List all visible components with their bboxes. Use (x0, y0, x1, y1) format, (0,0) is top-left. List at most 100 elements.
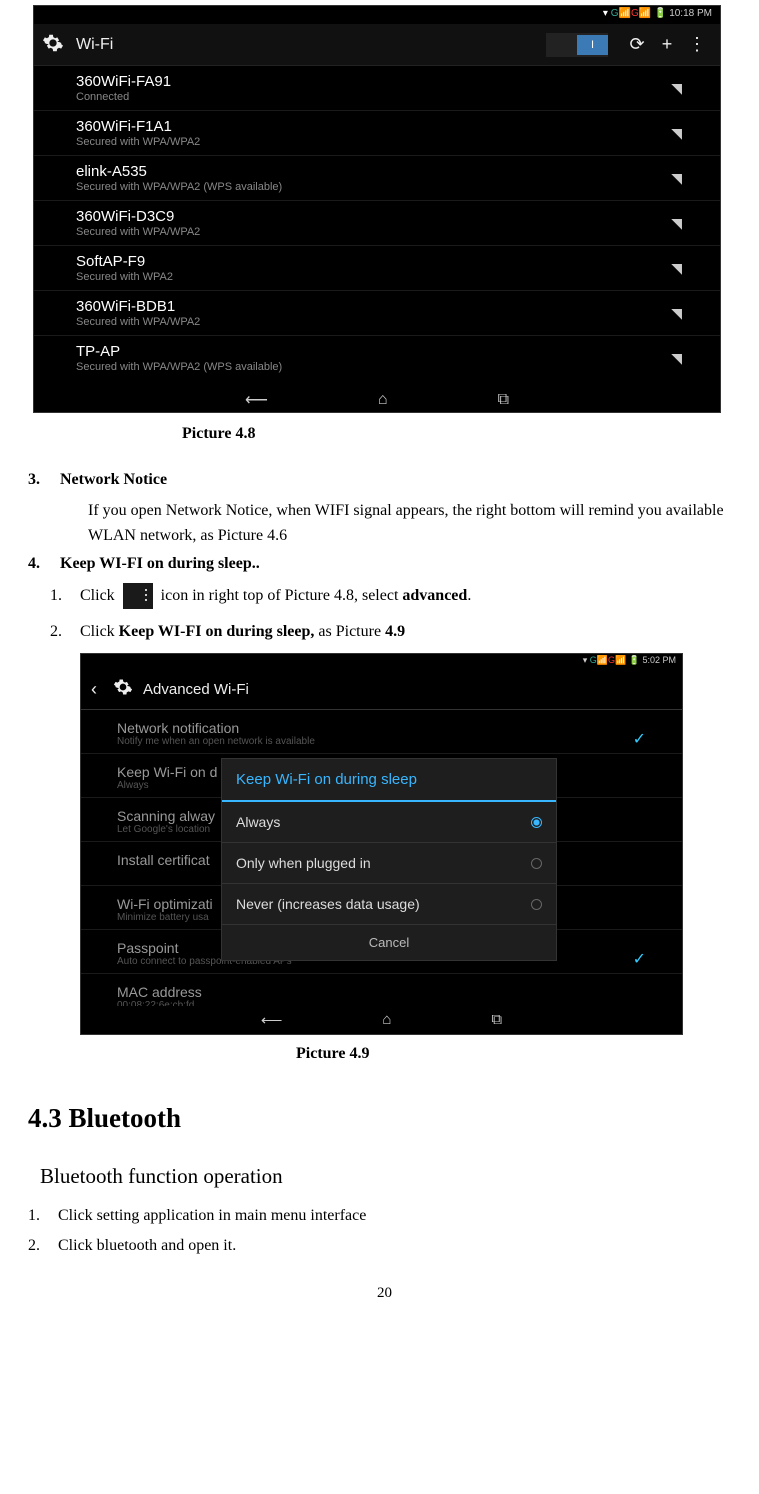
option-label: Always (236, 814, 280, 830)
subsection-heading: Bluetooth function operation (40, 1164, 741, 1189)
row-sub: Notify me when an open network is availa… (117, 736, 646, 747)
wifi-status: Secured with WPA/WPA2 (WPS available) (76, 361, 282, 373)
wifi-row[interactable]: 360WiFi-F1A1Secured with WPA/WPA2 ◥ (34, 111, 720, 156)
wifi-row[interactable]: 360WiFi-D3C9Secured with WPA/WPA2 ◥ (34, 201, 720, 246)
figure-caption: Picture 4.8 (182, 425, 741, 443)
option-label: Only when plugged in (236, 855, 371, 871)
wifi-name: 360WiFi-FA91 (76, 73, 171, 90)
app-bar: ‹ Advanced Wi-Fi (81, 670, 682, 710)
radio-icon (531, 899, 542, 910)
wifi-signal-icon: ◥ (671, 350, 682, 367)
item-num: 3. (28, 471, 60, 489)
bluetooth-step-2: 2.Click bluetooth and open it. (28, 1237, 741, 1255)
android-nav-bar: ⟵ ⌂ ⧉ (34, 380, 720, 412)
back-icon[interactable]: ⟵ (245, 390, 268, 410)
refresh-icon[interactable]: ⟳ (622, 34, 652, 55)
wifi-name: TP-AP (76, 343, 282, 360)
status-time: 5:02 PM (642, 655, 676, 665)
wifi-list: 360WiFi-FA91Connected◥ 360WiFi-F1A1Secur… (34, 66, 720, 381)
recents-icon[interactable]: ⧉ (491, 1011, 502, 1028)
wifi-signal-icon: ◥ (671, 305, 682, 322)
list-item-4: 4.Keep WI-FI on during sleep.. (28, 555, 741, 573)
radio-icon (531, 817, 542, 828)
wifi-status: Secured with WPA/WPA2 (76, 136, 200, 148)
advanced-wifi-screenshot: ▾ G📶G📶 🔋 5:02 PM ‹ Advanced Wi-Fi Networ… (80, 653, 683, 1035)
home-icon[interactable]: ⌂ (378, 391, 388, 409)
wifi-status: Secured with WPA/WPA2 (WPS available) (76, 181, 282, 193)
recents-icon[interactable]: ⧉ (498, 391, 509, 409)
wifi-status: Secured with WPA/WPA2 (76, 226, 200, 238)
text: Click (80, 587, 119, 604)
item-label: Keep WI-FI on during sleep.. (60, 555, 260, 572)
step-num: 2. (28, 1237, 58, 1255)
screen-title: Wi-Fi (76, 36, 546, 54)
section-heading: 4.3 Bluetooth (28, 1103, 741, 1134)
back-icon[interactable]: ‹ (91, 679, 97, 700)
radio-icon (531, 858, 542, 869)
wifi-signal-icon: ◥ (671, 170, 682, 187)
step-num: 1. (28, 1207, 58, 1225)
item-label: Network Notice (60, 471, 167, 488)
android-nav-bar: ⟵ ⌂ ⧉ (81, 1006, 682, 1034)
dialog-title: Keep Wi-Fi on during sleep (222, 759, 556, 802)
wifi-row[interactable]: TP-APSecured with WPA/WPA2 (WPS availabl… (34, 336, 720, 381)
wifi-name: elink-A535 (76, 163, 282, 180)
dialog-option[interactable]: Only when plugged in (222, 843, 556, 884)
bold-text: advanced (402, 587, 467, 604)
sleep-dialog: Keep Wi-Fi on during sleep Always Only w… (221, 758, 557, 961)
page-number: 20 (28, 1285, 741, 1302)
wifi-signal-icon: ◥ (671, 80, 682, 97)
settings-gear-icon[interactable] (42, 32, 64, 57)
wifi-toggle[interactable]: I (546, 33, 608, 57)
sub-list-item-1: 1.Click icon in right top of Picture 4.8… (50, 583, 741, 609)
wifi-signal-icon: ◥ (671, 125, 682, 142)
overflow-menu-icon[interactable]: ⋮ (682, 34, 712, 55)
text: as Picture (314, 623, 385, 640)
figure-caption: Picture 4.9 (296, 1045, 741, 1063)
status-time: 10:18 PM (669, 8, 712, 19)
status-bar: ▾ G📶G📶 🔋 5:02 PM (81, 654, 682, 670)
bold-text: 4.9 (385, 623, 405, 640)
sub-num: 2. (50, 619, 80, 645)
option-label: Never (increases data usage) (236, 896, 420, 912)
wifi-settings-screenshot: ▾ G📶G📶 🔋 10:18 PM Wi-Fi I ⟳ + ⋮ 360WiFi-… (33, 5, 721, 413)
wifi-row[interactable]: SoftAP-F9Secured with WPA2 ◥ (34, 246, 720, 291)
toggle-on-label: I (577, 35, 608, 55)
back-icon[interactable]: ⟵ (261, 1011, 283, 1029)
wifi-row[interactable]: elink-A535Secured with WPA/WPA2 (WPS ava… (34, 156, 720, 201)
wifi-name: 360WiFi-BDB1 (76, 298, 200, 315)
text: Click (80, 623, 119, 640)
wifi-name: 360WiFi-F1A1 (76, 118, 200, 135)
screen-title: Advanced Wi-Fi (143, 681, 249, 698)
wifi-status: Connected (76, 91, 171, 103)
wifi-name: 360WiFi-D3C9 (76, 208, 200, 225)
wifi-signal-icon: ◥ (671, 215, 682, 232)
item-num: 4. (28, 555, 60, 573)
list-item-3: 3.Network Notice (28, 471, 741, 489)
wifi-row[interactable]: 360WiFi-BDB1Secured with WPA/WPA2 ◥ (34, 291, 720, 336)
add-network-icon[interactable]: + (652, 34, 682, 55)
step-text: Click setting application in main menu i… (58, 1207, 366, 1224)
sub-list-item-2: 2.Click Keep WI-FI on during sleep, as P… (50, 619, 741, 645)
bluetooth-step-1: 1.Click setting application in main menu… (28, 1207, 741, 1225)
step-text: Click bluetooth and open it. (58, 1237, 236, 1254)
home-icon[interactable]: ⌂ (382, 1011, 391, 1028)
cancel-button[interactable]: Cancel (222, 925, 556, 960)
row-title: MAC address (117, 978, 646, 1000)
dialog-option[interactable]: Never (increases data usage) (222, 884, 556, 925)
wifi-status: Secured with WPA2 (76, 271, 173, 283)
adv-row[interactable]: Network notificationNotify me when an op… (81, 710, 682, 754)
app-bar: Wi-Fi I ⟳ + ⋮ (34, 24, 720, 66)
wifi-row[interactable]: 360WiFi-FA91Connected ◥ (34, 66, 720, 111)
dialog-option[interactable]: Always (222, 802, 556, 843)
wifi-signal-icon: ◥ (671, 260, 682, 277)
overflow-menu-icon (123, 583, 153, 609)
text: . (467, 587, 471, 604)
wifi-status: Secured with WPA/WPA2 (76, 316, 200, 328)
check-icon: ✓ (633, 949, 646, 969)
text: icon in right top of Picture 4.8, select (157, 587, 403, 604)
wifi-name: SoftAP-F9 (76, 253, 173, 270)
status-bar: ▾ G📶G📶 🔋 10:18 PM (34, 6, 720, 24)
settings-gear-icon (113, 677, 133, 702)
bold-text: Keep WI-FI on during sleep, (119, 623, 315, 640)
